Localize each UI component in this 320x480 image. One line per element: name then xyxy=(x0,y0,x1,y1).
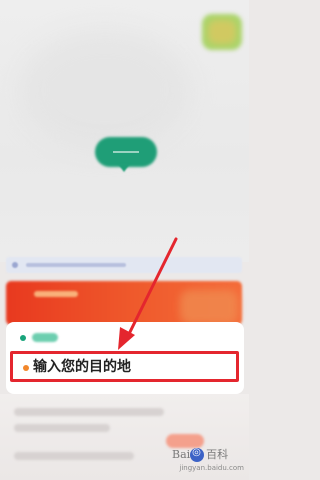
annotation-arrow-shaft xyxy=(126,237,178,338)
annotation-arrow xyxy=(118,237,178,350)
annotation-arrow-head xyxy=(118,327,135,350)
